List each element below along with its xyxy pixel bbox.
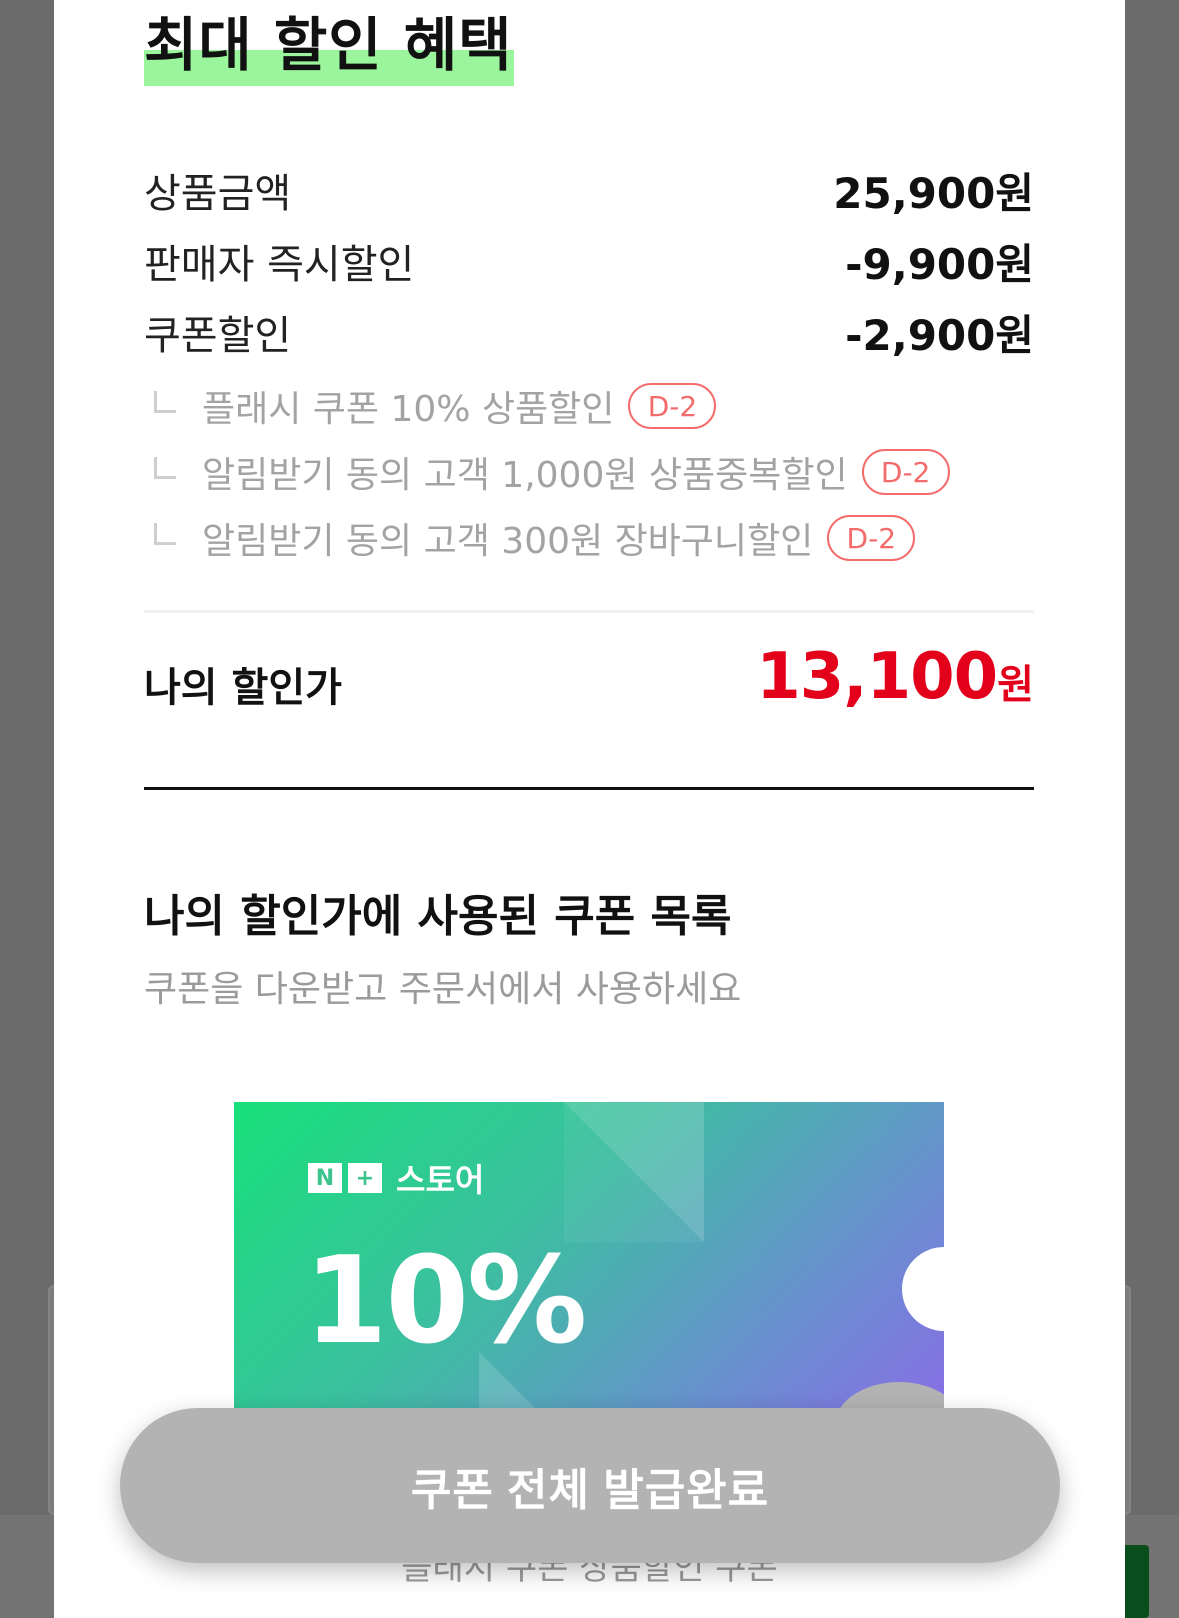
final-price-amount: 13,100	[756, 640, 998, 714]
price-row-coupon-discount: 쿠폰할인 -2,900원	[144, 304, 1034, 360]
coupon-detail-item: 알림받기 동의 고객 1,000원 상품중복할인 D-2	[154, 446, 950, 498]
issue-all-coupons-button[interactable]: 쿠폰 전체 발급완료	[120, 1408, 1060, 1563]
naver-plus-store-logo: N + 스토어	[308, 1155, 484, 1201]
final-price-unit: 원	[997, 662, 1034, 708]
final-price: 13,100원	[756, 640, 1034, 714]
page-title: 최대 할인 혜택	[144, 11, 513, 79]
coupon-discount-rate: 10%	[304, 1232, 587, 1371]
price-row-seller-discount: 판매자 즉시할인 -9,900원	[144, 233, 1034, 289]
coupon-list-title: 나의 할인가에 사용된 쿠폰 목록	[144, 891, 732, 942]
coupon-detail-item: 플래시 쿠폰 10% 상품할인 D-2	[154, 380, 717, 432]
coupon-card[interactable]: N + 스토어 10% 2025.04.04 23:59 까지 사용가능	[234, 1102, 944, 1432]
discount-bottom-sheet: 최대 할인 혜택 상품금액 25,900원 판매자 즉시할인 -9,900원 쿠…	[54, 0, 1125, 1618]
dday-badge: D-2	[628, 383, 717, 429]
final-price-label: 나의 할인가	[144, 665, 342, 711]
price-row-product: 상품금액 25,900원	[144, 162, 1034, 218]
dday-badge: D-2	[827, 515, 916, 561]
coupon-notch	[902, 1247, 944, 1331]
logo-plus-box: +	[348, 1163, 382, 1193]
logo-store-text: 스토어	[396, 1161, 485, 1199]
coupon-detail-text: 알림받기 동의 고객 300원 장바구니할인	[202, 521, 814, 562]
title-block: 최대 할인 혜택	[144, 8, 514, 86]
price-row-value: -2,900원	[845, 310, 1034, 360]
coupon-detail-item: 알림받기 동의 고객 300원 장바구니할인 D-2	[154, 512, 916, 564]
coupon-list-subtitle: 쿠폰을 다운받고 주문서에서 사용하세요	[144, 969, 742, 1010]
price-row-label: 상품금액	[144, 171, 292, 217]
price-row-label: 쿠폰할인	[144, 313, 292, 359]
coupon-pattern	[564, 1102, 704, 1242]
price-row-label: 판매자 즉시할인	[144, 242, 415, 288]
coupon-detail-text: 알림받기 동의 고객 1,000원 상품중복할인	[202, 455, 848, 496]
indent-corner-icon	[154, 457, 176, 479]
indent-corner-icon	[154, 523, 176, 545]
price-row-value: 25,900원	[833, 168, 1034, 218]
price-row-value: -9,900원	[845, 239, 1034, 289]
section-divider	[144, 787, 1034, 790]
logo-n-box: N	[308, 1163, 342, 1193]
dday-badge: D-2	[861, 449, 950, 495]
indent-corner-icon	[154, 391, 176, 413]
coupon-detail-text: 플래시 쿠폰 10% 상품할인	[202, 389, 615, 430]
divider	[144, 610, 1034, 613]
